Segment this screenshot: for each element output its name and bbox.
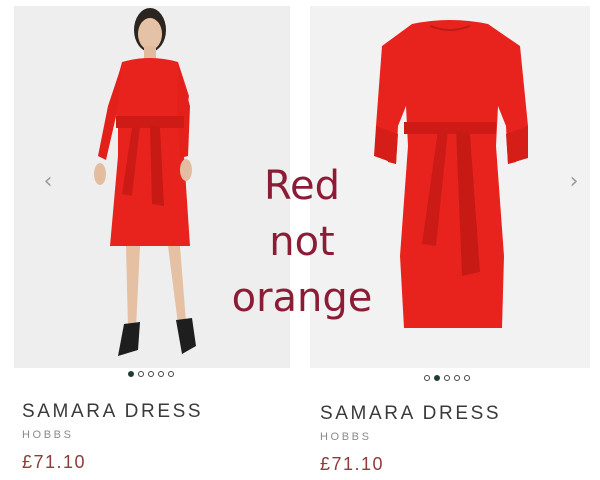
product-brand: HOBBS	[320, 431, 372, 443]
annotation-line: orange	[231, 275, 373, 321]
annotation-text: Red not orange	[222, 158, 382, 326]
annotation-line: not	[269, 219, 335, 265]
product-price: £71.10	[320, 454, 385, 474]
carousel-dot[interactable]	[424, 375, 430, 381]
product-brand: HOBBS	[22, 429, 74, 441]
carousel-dot[interactable]	[434, 375, 440, 381]
product-name[interactable]: SAMARA DRESS	[320, 403, 501, 425]
product-name[interactable]: SAMARA DRESS	[22, 401, 203, 423]
carousel-dot[interactable]	[158, 371, 164, 377]
carousel-dot[interactable]	[148, 371, 154, 377]
carousel-dots	[424, 375, 470, 381]
carousel-dot[interactable]	[454, 375, 460, 381]
product-price: £71.10	[22, 452, 87, 472]
annotation-line: Red	[264, 163, 340, 209]
carousel-dot[interactable]	[168, 371, 174, 377]
carousel-dot[interactable]	[138, 371, 144, 377]
chevron-left-icon[interactable]: ‹	[38, 170, 58, 194]
carousel-dots	[128, 371, 174, 377]
carousel-dot[interactable]	[444, 375, 450, 381]
carousel-dot[interactable]	[464, 375, 470, 381]
chevron-right-icon[interactable]: ›	[564, 170, 584, 194]
carousel-dot[interactable]	[128, 371, 134, 377]
